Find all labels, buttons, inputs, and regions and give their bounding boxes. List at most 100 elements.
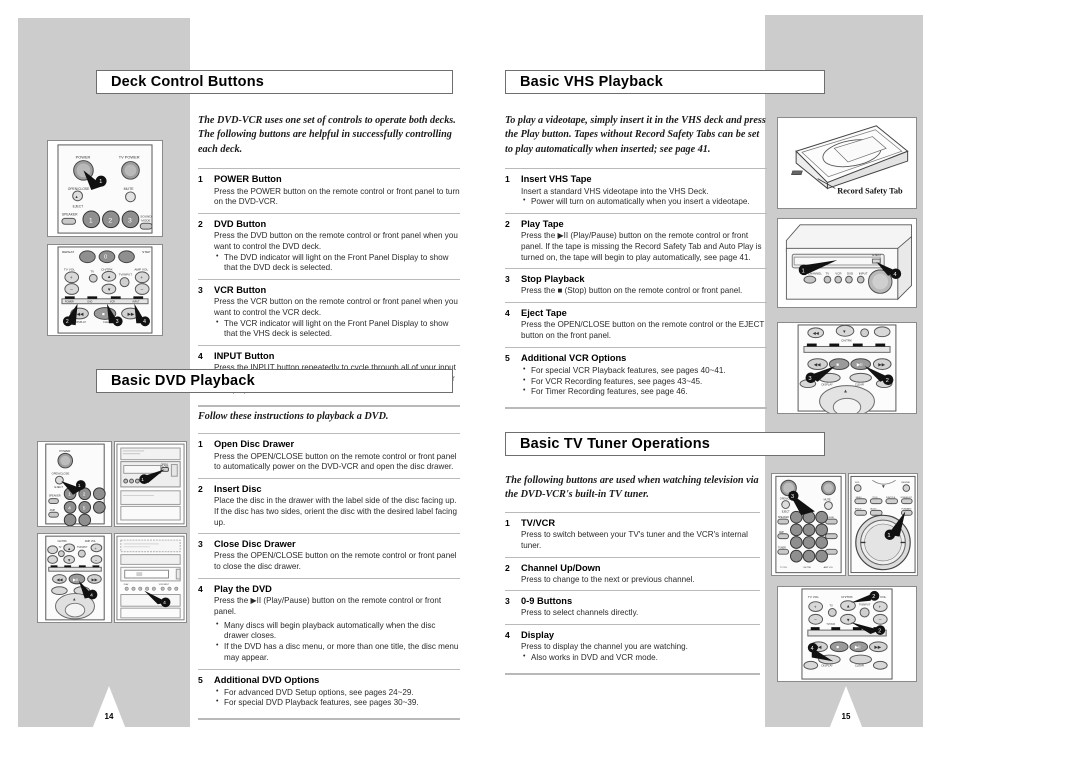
step-text: Press to switch between your TV's tuner …: [521, 530, 748, 550]
step-number: 3: [505, 596, 510, 607]
section-end-rule: [505, 407, 767, 410]
svg-text:3: 3: [128, 217, 132, 224]
section-title-basic-vhs-playback: Basic VHS Playback: [505, 70, 825, 94]
step-text: Press the DVD button on the remote contr…: [214, 231, 458, 251]
step-number: 4: [505, 630, 510, 641]
svg-text:AMP VOL: AMP VOL: [85, 540, 97, 543]
step-title: Open Disc Drawer: [214, 439, 295, 450]
svg-text:−: −: [70, 288, 73, 293]
svg-text:+: +: [878, 606, 881, 611]
step-title: Play Tape: [521, 219, 564, 230]
svg-text:CH/TRK: CH/TRK: [841, 595, 854, 599]
remote-top-power-graphic: POWER TV POWER OPEN/CLOSE ▲ EJECT MUTE S…: [57, 144, 153, 234]
step-item: 1 POWER Button Press the POWER button on…: [198, 168, 460, 213]
remote-numeric-keypad-graphic: OPEN/CLOSE EJECT MUTE SPEAKER AMP TUNER …: [775, 475, 842, 574]
step-text: Press the ▶II (Play/Pause) button on the…: [214, 596, 442, 616]
svg-text:◀◀: ◀◀: [56, 577, 63, 582]
front-panel-jog-dial-graphic: DVD ▼ REWIND MENU TITLE SUBTITLE SCREEN …: [850, 475, 916, 574]
svg-text:■: ■: [836, 362, 839, 367]
page-left: Deck Control Buttons The DVD-VCR uses on…: [0, 0, 540, 763]
step-title: Channel Up/Down: [521, 562, 601, 573]
svg-text:4: 4: [68, 505, 71, 511]
svg-text:MUTE: MUTE: [124, 187, 135, 191]
step-text: Press to display the channel you are wat…: [521, 642, 688, 652]
bullet-item: For advanced DVD Setup options, see page…: [214, 687, 460, 699]
svg-text:TV: TV: [825, 272, 829, 276]
svg-text:1: 1: [141, 477, 144, 483]
svg-text:2: 2: [878, 628, 881, 634]
step-number: 5: [198, 674, 203, 685]
step-item: 4 Eject Tape Press the OPEN/CLOSE button…: [505, 302, 767, 347]
illustration-remote-channel-display-callouts-2-4: TV VOL CH/TRK AMP VOL + − TV TV/VCR ▲ ▼ …: [777, 586, 917, 682]
svg-text:CH/TRK: CH/TRK: [57, 540, 67, 543]
svg-text:▶▶: ▶▶: [127, 311, 134, 316]
svg-text:REPEAT: REPEAT: [62, 250, 74, 254]
step-text: Press to change to the next or previous …: [521, 574, 695, 584]
step-item: 3 Close Disc Drawer Press the OPEN/CLOSE…: [198, 533, 460, 578]
svg-text:1: 1: [78, 483, 81, 489]
svg-text:MODE: MODE: [141, 218, 150, 222]
step-item: 4 Display Press to display the channel y…: [505, 624, 760, 669]
bullet-item: For Timer Recording features, see page 4…: [521, 386, 767, 398]
svg-text:▶II: ▶II: [855, 645, 861, 650]
step-title: Close Disc Drawer: [214, 539, 296, 550]
step-bullets: The DVD indicator will light on the Fron…: [214, 252, 460, 275]
step-bullets: Also works in DVD and VCR mode.: [521, 652, 760, 664]
page-right: Basic VHS Playback To play a videotape, …: [505, 0, 1080, 763]
step-number: 3: [198, 539, 203, 550]
svg-text:TV POWER: TV POWER: [119, 155, 140, 160]
front-panel-display-graphic: PLAY VCR INPUT 4: [116, 535, 185, 621]
step-number: 2: [505, 562, 510, 573]
step-number: 1: [505, 174, 510, 185]
step-text: Press to select channels directly.: [521, 608, 639, 618]
step-title: Eject Tape: [521, 308, 567, 319]
step-title: INPUT Button: [214, 351, 275, 362]
svg-text:+: +: [814, 606, 817, 611]
page-number-left: 14: [87, 686, 131, 742]
svg-text:EJECT: EJECT: [55, 485, 64, 489]
svg-text:DVD: DVD: [855, 482, 860, 484]
step-bullets: Power will turn on automatically when yo…: [521, 196, 767, 208]
svg-text:◀◀: ◀◀: [77, 311, 84, 316]
svg-text:2: 2: [872, 594, 875, 600]
svg-text:SPEAKER: SPEAKER: [49, 495, 61, 498]
bullet-item: The VCR indicator will light on the Fron…: [214, 318, 460, 341]
svg-text:+: +: [140, 276, 143, 281]
svg-text:CLOSE: CLOSE: [161, 466, 169, 468]
step-list-basic-vhs-playback: 1 Insert VHS Tape Insert a standard VHS …: [505, 168, 767, 403]
record-safety-tab-label: Record Safety Tab: [837, 186, 903, 195]
section-intro-basic-dvd-playback: Follow these instructions to playback a …: [198, 411, 389, 422]
svg-text:−: −: [141, 288, 144, 293]
section-body-basic-dvd-playback: Follow these instructions to playback a …: [198, 410, 460, 721]
illustration-remote-numeric-keypad-callout-3: OPEN/CLOSE EJECT MUTE SPEAKER AMP TUNER …: [771, 473, 846, 576]
step-title: VCR Button: [214, 285, 267, 296]
step-title: Additional VCR Options: [521, 352, 627, 363]
svg-text:TV VOL: TV VOL: [64, 267, 75, 271]
svg-text:OPEN/CLOSE: OPEN/CLOSE: [68, 187, 90, 191]
svg-text:▲: ▲: [846, 604, 850, 609]
svg-text:SPEAKER: SPEAKER: [62, 212, 78, 216]
step-text: Place the disc in the drawer with the la…: [214, 496, 457, 527]
illustration-front-panel-jog-dial-callout-1: DVD ▼ REWIND MENU TITLE SUBTITLE SCREEN …: [848, 473, 918, 576]
illustration-remote-open-close-callout-1: POWER OPEN/CLOSE EJECT SPEAKER AMP 1 2 4…: [37, 441, 112, 527]
step-number: 2: [505, 219, 510, 230]
step-number: 4: [198, 583, 203, 594]
svg-text:5: 5: [83, 505, 86, 511]
step-title: Additional DVD Options: [214, 674, 320, 685]
svg-text:▶II: ▶II: [73, 577, 78, 582]
svg-text:INPUT: INPUT: [859, 272, 868, 276]
svg-text:EJECT: EJECT: [73, 205, 83, 209]
front-panel-open-close-graphic: OPEN/ CLOSE 1: [116, 443, 185, 525]
bullet-item: Power will turn on automatically when yo…: [521, 196, 767, 208]
step-item: 1 Insert VHS Tape Insert a standard VHS …: [505, 168, 767, 213]
step-number: 1: [198, 439, 203, 450]
vhs-cassette-graphic: Record Safety Tab: [791, 125, 909, 195]
svg-text:CLEAR: CLEAR: [855, 663, 864, 667]
step-item: 4 Play the DVD Press the ▶II (Play/Pause…: [198, 577, 460, 669]
svg-text:DVD: DVD: [847, 272, 853, 276]
svg-text:VCR: VCR: [835, 272, 841, 276]
step-title: Insert VHS Tape: [521, 174, 592, 185]
svg-text:POWER: POWER: [65, 302, 74, 304]
remote-channel-display-graphic: TV VOL CH/TRK AMP VOL + − TV TV/VCR ▲ ▼ …: [801, 588, 893, 680]
step-item: 3 0-9 Buttons Press to select channels d…: [505, 590, 760, 624]
